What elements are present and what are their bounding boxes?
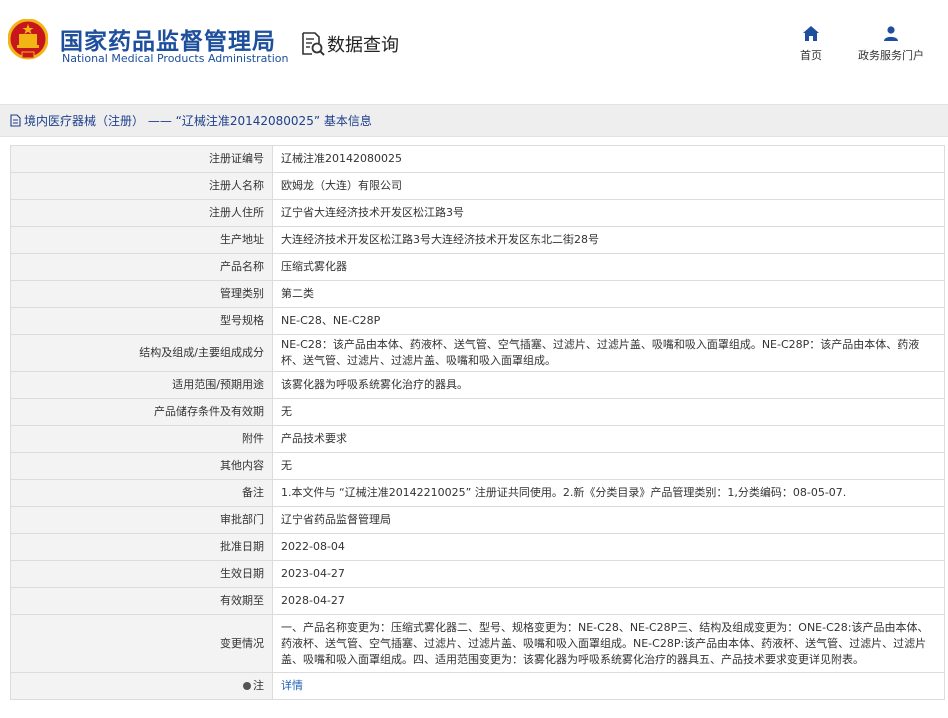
row-label: 管理类别 (10, 280, 273, 308)
row-label: 生效日期 (10, 560, 273, 588)
data-query-title: 数据查询 (300, 31, 399, 57)
table-row: 批准日期 2022-08-04 (10, 533, 945, 561)
note-value-cell: 详情 (272, 672, 945, 700)
document-search-icon (302, 32, 325, 56)
note-label-cell: 注 (10, 672, 273, 700)
row-label: 注册人名称 (10, 172, 273, 200)
table-row: 结构及组成/主要组成成分 NE-C28：该产品由本体、药液杯、送气管、空气插塞、… (10, 334, 945, 372)
row-value: 无 (272, 398, 945, 426)
table-row-note: 注 详情 (10, 672, 945, 700)
table-row: 附件 产品技术要求 (10, 425, 945, 453)
row-label: 生产地址 (10, 226, 273, 254)
row-label: 附件 (10, 425, 273, 453)
home-icon (803, 26, 819, 41)
row-label: 批准日期 (10, 533, 273, 561)
site-header: 国家药品监督管理局 National Medical Products Admi… (0, 0, 948, 92)
row-label: 结构及组成/主要组成成分 (10, 334, 273, 372)
table-row: 型号规格 NE-C28、NE-C28P (10, 307, 945, 335)
site-title-cn[interactable]: 国家药品监督管理局 (60, 22, 276, 56)
table-row: 注册人名称 欧姆龙（大连）有限公司 (10, 172, 945, 200)
row-value: 该雾化器为呼吸系统雾化治疗的器具。 (272, 371, 945, 399)
row-label: 备注 (10, 479, 273, 507)
detail-table: 注册证编号 辽械注准20142080025 注册人名称 欧姆龙（大连）有限公司 … (10, 145, 945, 700)
row-value: 欧姆龙（大连）有限公司 (272, 172, 945, 200)
breadcrumb: 境内医疗器械（注册） —— “辽械注准20142080025” 基本信息 (0, 104, 948, 137)
data-query-label: 数据查询 (327, 35, 399, 56)
table-row: 适用范围/预期用途 该雾化器为呼吸系统雾化治疗的器具。 (10, 371, 945, 399)
row-label: 注册人住所 (10, 199, 273, 227)
note-label: 注 (253, 679, 264, 692)
table-row: 注册人住所 辽宁省大连经济技术开发区松江路3号 (10, 199, 945, 227)
row-label: 型号规格 (10, 307, 273, 335)
details-link[interactable]: 详情 (281, 679, 303, 692)
site-title-en: National Medical Products Administration (62, 52, 289, 65)
row-label: 变更情况 (10, 614, 273, 673)
table-row: 生效日期 2023-04-27 (10, 560, 945, 588)
detail-table-container: 注册证编号 辽械注准20142080025 注册人名称 欧姆龙（大连）有限公司 … (10, 145, 945, 700)
row-value: 2023-04-27 (272, 560, 945, 588)
nav-home[interactable]: 首页 (796, 26, 826, 63)
table-row: 变更情况 一、产品名称变更为：压缩式雾化器二、型号、规格变更为：NE-C28、N… (10, 614, 945, 673)
table-row: 生产地址 大连经济技术开发区松江路3号大连经济技术开发区东北二街28号 (10, 226, 945, 254)
table-row: 备注 1.本文件与 “辽械注准20142210025” 注册证共同使用。2.新《… (10, 479, 945, 507)
row-value: 辽宁省药品监督管理局 (272, 506, 945, 534)
row-value: 无 (272, 452, 945, 480)
row-value: 1.本文件与 “辽械注准20142210025” 注册证共同使用。2.新《分类目… (272, 479, 945, 507)
table-row: 其他内容 无 (10, 452, 945, 480)
table-row: 产品储存条件及有效期 无 (10, 398, 945, 426)
row-value: 一、产品名称变更为：压缩式雾化器二、型号、规格变更为：NE-C28、NE-C28… (272, 614, 945, 673)
row-value: NE-C28、NE-C28P (272, 307, 945, 335)
row-label: 其他内容 (10, 452, 273, 480)
row-label: 有效期至 (10, 587, 273, 615)
row-value: 2022-08-04 (272, 533, 945, 561)
national-emblem-icon (8, 19, 48, 60)
table-row: 审批部门 辽宁省药品监督管理局 (10, 506, 945, 534)
nav-home-label: 首页 (800, 49, 822, 62)
row-value: 辽宁省大连经济技术开发区松江路3号 (272, 199, 945, 227)
row-value: 2028-04-27 (272, 587, 945, 615)
document-icon (10, 114, 21, 127)
breadcrumb-text: 境内医疗器械（注册） —— “辽械注准20142080025” 基本信息 (24, 114, 372, 128)
table-row: 注册证编号 辽械注准20142080025 (10, 145, 945, 173)
row-label: 适用范围/预期用途 (10, 371, 273, 399)
table-row: 产品名称 压缩式雾化器 (10, 253, 945, 281)
row-label: 审批部门 (10, 506, 273, 534)
row-value: NE-C28：该产品由本体、药液杯、送气管、空气插塞、过滤片、过滤片盖、吸嘴和吸… (272, 334, 945, 372)
table-row: 管理类别 第二类 (10, 280, 945, 308)
user-icon (884, 26, 898, 41)
row-value: 辽械注准20142080025 (272, 145, 945, 173)
row-label: 产品储存条件及有效期 (10, 398, 273, 426)
nav-service-portal[interactable]: 政务服务门户 (856, 26, 926, 63)
row-value: 产品技术要求 (272, 425, 945, 453)
row-label: 产品名称 (10, 253, 273, 281)
table-row: 有效期至 2028-04-27 (10, 587, 945, 615)
row-value: 第二类 (272, 280, 945, 308)
row-value: 压缩式雾化器 (272, 253, 945, 281)
row-value: 大连经济技术开发区松江路3号大连经济技术开发区东北二街28号 (272, 226, 945, 254)
nav-service-label: 政务服务门户 (858, 49, 924, 62)
pin-icon (243, 682, 251, 690)
row-label: 注册证编号 (10, 145, 273, 173)
